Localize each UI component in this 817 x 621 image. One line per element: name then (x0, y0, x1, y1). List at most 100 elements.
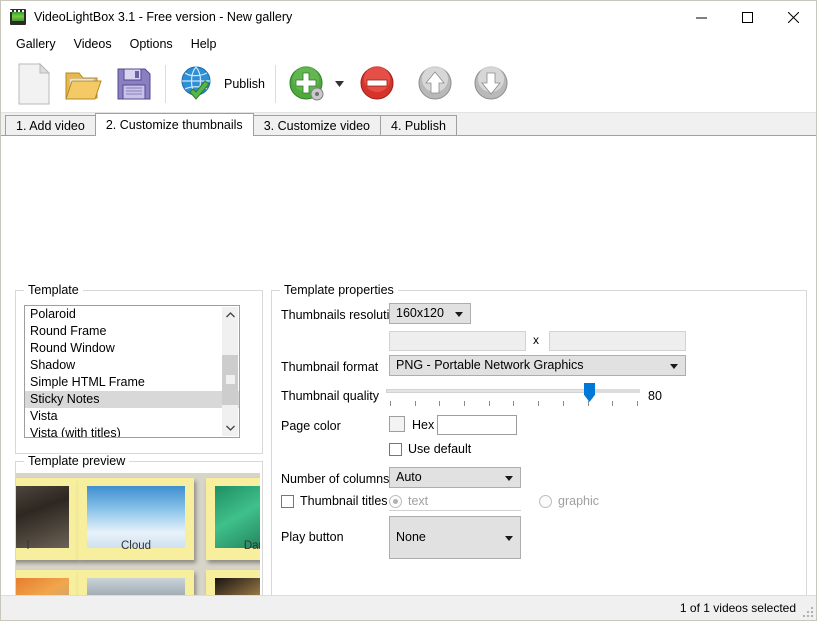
application-window: VideoLightBox 3.1 - Free version - New g… (0, 0, 817, 621)
menu-item-gallery[interactable]: Gallery (7, 35, 65, 53)
scrollbar-grip (226, 375, 235, 384)
tab-customize-thumbnails[interactable]: 2. Customize thumbnails (94, 113, 254, 136)
custom-width-input[interactable] (389, 331, 526, 351)
window-controls (678, 1, 816, 33)
template-list-scrollbar[interactable] (222, 307, 238, 436)
save-gallery-button[interactable] (109, 59, 159, 109)
custom-height-input[interactable] (549, 331, 686, 351)
add-video-button[interactable] (282, 59, 332, 109)
preview-note: Grey (78, 570, 194, 595)
number-of-columns-select[interactable]: Auto (389, 467, 521, 488)
toolbar: Publish (1, 55, 816, 113)
thumbnail-quality-slider-thumb[interactable] (584, 383, 595, 402)
page-color-hex-input[interactable] (437, 415, 517, 435)
tab-strip: 1. Add video 2. Customize thumbnails 3. … (1, 113, 816, 136)
new-document-icon (18, 62, 51, 104)
template-preview-group: Template preview l Cloud Dark (15, 454, 263, 595)
client-area: Template Polaroid Round Frame Round Wind… (1, 136, 816, 595)
thumbnail-titles-graphic-radio[interactable] (539, 495, 552, 508)
thumbnail-titles-text-radio[interactable] (389, 495, 402, 508)
arrow-down-icon (474, 65, 508, 99)
chevron-down-icon (455, 312, 463, 317)
play-button-select[interactable]: None (389, 516, 521, 559)
list-item[interactable]: Shadow (25, 357, 239, 374)
list-item[interactable]: Vista (25, 408, 239, 425)
thumbnails-resolution-select[interactable]: 160x120 (389, 303, 471, 324)
thumbnail-image (215, 578, 260, 595)
page-color-label: Page color (281, 419, 341, 433)
thumbnail-image (16, 578, 69, 595)
preview-note: l (16, 478, 78, 560)
maximize-button[interactable] (724, 1, 770, 33)
thumbnail-titles-checkbox[interactable] (281, 495, 294, 508)
tab-add-video[interactable]: 1. Add video (5, 115, 96, 135)
thumbnail-format-label: Thumbnail format (281, 360, 379, 374)
toolbar-separator-2 (275, 64, 276, 103)
thumbnails-resolution-label: Thumbnails resolution (281, 308, 404, 322)
thumbnail-image (215, 486, 260, 548)
new-gallery-button[interactable] (9, 59, 59, 109)
page-color-hex-label: Hex (412, 418, 435, 432)
arrow-up-icon (418, 65, 452, 99)
floppy-save-icon (117, 68, 151, 99)
red-minus-icon (360, 65, 394, 99)
list-item[interactable]: Round Frame (25, 323, 239, 340)
open-gallery-button[interactable] (59, 59, 109, 109)
scroll-down-icon[interactable] (222, 420, 238, 436)
close-button[interactable] (770, 1, 816, 33)
scroll-up-icon[interactable] (222, 307, 238, 323)
open-folder-icon (65, 72, 102, 99)
play-button-label: Play button (281, 530, 344, 544)
thumbnail-caption: Dark (243, 540, 260, 552)
thumbnail-titles-label: Thumbnail titles (300, 494, 388, 508)
film-strip-icon (10, 9, 26, 25)
template-properties-title: Template properties (280, 283, 398, 297)
remove-video-button[interactable] (352, 59, 402, 109)
menu-item-help[interactable]: Help (182, 35, 226, 53)
thumbnail-image (87, 578, 185, 595)
publish-button[interactable] (172, 59, 222, 109)
tab-publish[interactable]: 4. Publish (380, 115, 457, 135)
template-group: Template Polaroid Round Frame Round Wind… (15, 283, 263, 454)
chevron-down-icon (505, 536, 513, 541)
list-item[interactable]: Simple HTML Frame (25, 374, 239, 391)
thumbnail-image (87, 486, 185, 548)
thumbnail-quality-slider-fill (589, 389, 640, 393)
publish-label: Publish (224, 76, 265, 91)
menu-item-videos[interactable]: Videos (65, 35, 121, 53)
thumbnails-resolution-value: 160x120 (396, 306, 444, 320)
resolution-separator: x (533, 333, 539, 347)
template-preview-title: Template preview (24, 454, 130, 468)
move-down-button[interactable] (466, 59, 516, 109)
page-color-swatch[interactable] (389, 416, 405, 432)
thumbnail-titles-graphic-label: graphic (558, 494, 599, 508)
list-item-selected[interactable]: Sticky Notes (25, 391, 239, 408)
preview-note: iPh (206, 570, 260, 595)
thumbnail-quality-label: Thumbnail quality (281, 389, 379, 403)
chevron-down-icon (670, 364, 678, 369)
preview-note: Cloud (78, 478, 194, 560)
preview-note: Dark (206, 478, 260, 560)
template-list[interactable]: Polaroid Round Frame Round Window Shadow… (24, 305, 240, 438)
thumbnail-titles-text-label: text (408, 494, 429, 508)
list-item[interactable]: Round Window (25, 340, 239, 357)
list-item[interactable]: Polaroid (25, 306, 239, 323)
add-video-dropdown[interactable] (332, 80, 346, 87)
thumbnail-format-select[interactable]: PNG - Portable Network Graphics (389, 355, 686, 376)
move-up-button[interactable] (410, 59, 460, 109)
template-preview-area: l Cloud Dark Grey (16, 473, 260, 595)
tab-customize-video[interactable]: 3. Customize video (252, 115, 381, 135)
preview-note (16, 570, 78, 595)
resize-grip[interactable] (801, 605, 813, 617)
use-default-checkbox[interactable] (389, 443, 402, 456)
minimize-button[interactable] (678, 1, 724, 33)
thumbnail-caption: l (26, 540, 30, 552)
menu-bar: Gallery Videos Options Help (1, 33, 816, 55)
globe-publish-icon (181, 66, 211, 100)
title-bar: VideoLightBox 3.1 - Free version - New g… (1, 1, 816, 33)
chevron-down-icon (334, 80, 344, 87)
toolbar-separator (165, 64, 166, 103)
number-of-columns-label: Number of columns (281, 472, 390, 486)
menu-item-options[interactable]: Options (121, 35, 182, 53)
list-item[interactable]: Vista (with titles) (25, 425, 239, 437)
